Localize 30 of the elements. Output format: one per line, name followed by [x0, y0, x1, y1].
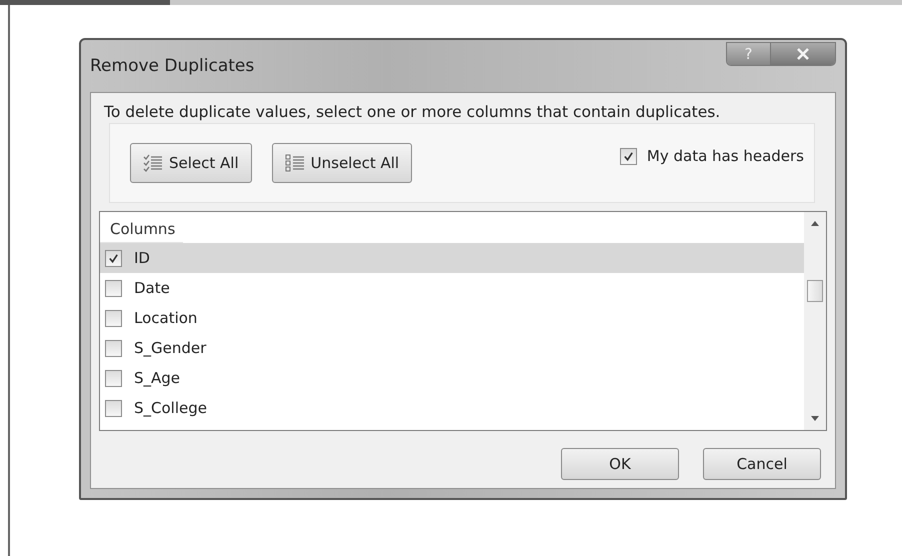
- list-item[interactable]: ID: [100, 243, 804, 273]
- checkbox[interactable]: [105, 400, 122, 416]
- scroll-down-icon[interactable]: [810, 416, 820, 422]
- list-item[interactable]: S_Age: [100, 363, 804, 393]
- checkbox[interactable]: [105, 280, 122, 296]
- dialog-button[interactable]: OK: [561, 448, 679, 480]
- select-all-button[interactable]: Select All: [130, 143, 252, 183]
- dialog-button[interactable]: Cancel: [703, 448, 821, 480]
- check-icon: [108, 252, 119, 264]
- checkbox[interactable]: [105, 310, 122, 326]
- list-icon: [284, 153, 305, 173]
- checkbox[interactable]: [105, 370, 122, 386]
- checkbox[interactable]: [105, 340, 122, 356]
- list-item[interactable]: Date: [100, 273, 804, 303]
- close-button[interactable]: [771, 43, 835, 65]
- checkbox-label: My data has headers: [646, 147, 804, 165]
- scroll-up-icon[interactable]: [810, 220, 820, 226]
- scrollbar[interactable]: [804, 212, 826, 430]
- window-title: Remove Duplicates: [90, 56, 254, 76]
- list-item[interactable]: Location: [100, 303, 804, 333]
- checklist-icon: [143, 153, 163, 173]
- checkbox[interactable]: [105, 250, 122, 266]
- unselect-all-button[interactable]: Unselect All: [272, 143, 412, 183]
- instruction-text: To delete duplicate values, select one or more columns that contain duplicates.: [104, 103, 722, 121]
- checkbox[interactable]: [620, 148, 637, 164]
- scroll-thumb[interactable]: [807, 280, 823, 302]
- close-icon: [796, 48, 810, 60]
- check-icon: [622, 150, 634, 162]
- list-item[interactable]: S_Gender: [100, 333, 804, 363]
- list-item[interactable]: S_College: [100, 393, 804, 423]
